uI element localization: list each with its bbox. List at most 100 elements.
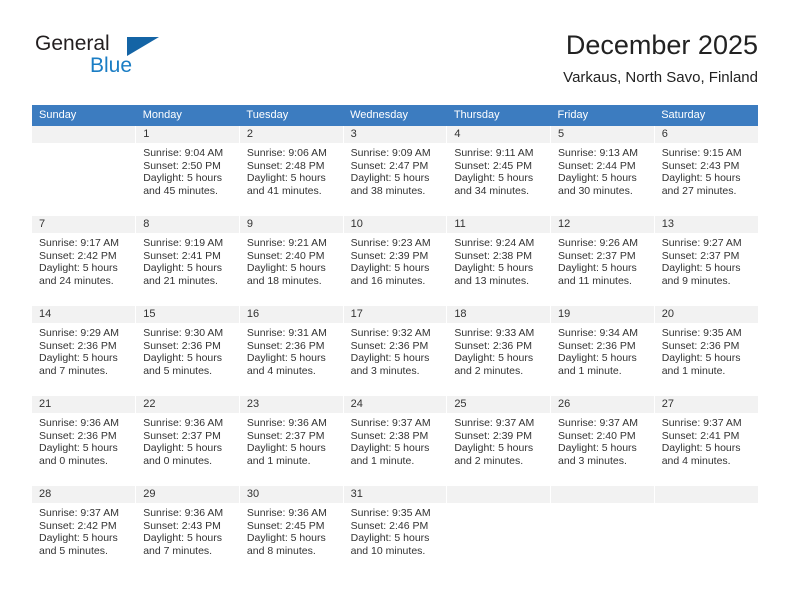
daylight-text: Daylight: 5 hours: [39, 442, 118, 455]
daylight-text-cont: and 7 minutes.: [39, 364, 108, 377]
daylight-text: Daylight: 5 hours: [246, 442, 326, 455]
day-cell-content: 8 Sunrise: 9:19 AM Sunset: 2:41 PM Daylight…: [136, 216, 239, 305]
daylight-text: Daylight: 5 hours: [454, 442, 534, 455]
day-cell-content: 16 Sunrise: 9:31 AM Sunset: 2:36 PM Dayligh…: [239, 306, 343, 395]
calendar-day-cell[interactable]: 28 Sunrise: 9:37 AM Sunset: 2:42 PM Dayligh…: [32, 485, 137, 576]
calendar-week-row: 28 Sunrise: 9:37 AM Sunset: 2:42 PM Dayligh…: [32, 485, 758, 576]
day-number: 29: [136, 486, 239, 503]
sunset-text: Sunset: 2:47 PM: [350, 159, 429, 172]
calendar-day-cell[interactable]: 29 Sunrise: 9:36 AM Sunset: 2:43 PM Dayligh…: [135, 485, 240, 576]
daylight-text: Daylight: 5 hours: [143, 352, 222, 365]
day-cell-content: 9 Sunrise: 9:21 AM Sunset: 2:40 PM Daylight…: [239, 216, 343, 305]
weekday-header-monday: Monday: [135, 105, 240, 126]
calendar-day-cell[interactable]: 19 Sunrise: 9:34 AM Sunset: 2:36 PM Dayligh…: [550, 305, 655, 396]
day-number: 26: [551, 396, 654, 413]
calendar-day-cell[interactable]: 16 Sunrise: 9:31 AM Sunset: 2:36 PM Dayligh…: [239, 305, 344, 396]
day-number: 25: [447, 396, 551, 413]
calendar-day-cell[interactable]: 25 Sunrise: 9:37 AM Sunset: 2:39 PM Dayligh…: [446, 395, 552, 486]
day-cell-content: 14 Sunrise: 9:29 AM Sunset: 2:36 PM Dayligh…: [32, 306, 136, 395]
daylight-text-cont: and 11 minutes.: [558, 274, 632, 287]
day-number: 15: [136, 306, 239, 323]
calendar-day-cell[interactable]: 7 Sunrise: 9:17 AM Sunset: 2:42 PM Daylight…: [32, 215, 137, 306]
day-cell-content: 15 Sunrise: 9:30 AM Sunset: 2:36 PM Dayligh…: [136, 306, 239, 395]
calendar-day-cell[interactable]: 18 Sunrise: 9:33 AM Sunset: 2:36 PM Dayligh…: [446, 305, 552, 396]
day-details: Sunrise: 9:32 AM Sunset: 2:36 PM Daylight:…: [344, 323, 447, 377]
day-cell-content: 17 Sunrise: 9:32 AM Sunset: 2:36 PM Dayligh…: [343, 306, 447, 395]
day-cell-content: 13 Sunrise: 9:27 AM Sunset: 2:37 PM Dayligh…: [654, 216, 758, 305]
calendar-day-cell[interactable]: 8 Sunrise: 9:19 AM Sunset: 2:41 PM Daylight…: [135, 215, 240, 306]
sunrise-text: Sunrise: 9:37 AM: [454, 417, 535, 429]
calendar-week-row: 14 Sunrise: 9:29 AM Sunset: 2:36 PM Dayligh…: [32, 305, 758, 396]
daylight-text-cont: and 8 minutes.: [246, 544, 316, 557]
daylight-text-cont: and 21 minutes.: [143, 274, 218, 287]
daylight-text: Daylight: 5 hours: [454, 262, 534, 275]
sunset-text: Sunset: 2:36 PM: [246, 339, 325, 352]
day-number: 27: [654, 396, 758, 413]
calendar-day-cell[interactable]: 30 Sunrise: 9:36 AM Sunset: 2:45 PM Dayligh…: [239, 485, 344, 576]
day-cell-content: 6 Sunrise: 9:15 AM Sunset: 2:43 PM Daylight…: [654, 126, 758, 215]
sunrise-text: Sunrise: 9:36 AM: [246, 417, 327, 429]
calendar-day-cell[interactable]: 5 Sunrise: 9:13 AM Sunset: 2:44 PM Daylight…: [550, 126, 655, 216]
day-number: [551, 486, 654, 503]
sunrise-text: Sunrise: 9:11 AM: [454, 147, 534, 159]
calendar-day-cell[interactable]: 2 Sunrise: 9:06 AM Sunset: 2:48 PM Daylight…: [239, 126, 344, 216]
calendar-day-cell[interactable]: 27 Sunrise: 9:37 AM Sunset: 2:41 PM Dayligh…: [654, 395, 758, 486]
weekday-header-saturday: Saturday: [654, 105, 758, 126]
calendar-day-cell[interactable]: 26 Sunrise: 9:37 AM Sunset: 2:40 PM Dayligh…: [550, 395, 655, 486]
daylight-text-cont: and 18 minutes.: [246, 274, 322, 287]
calendar-day-cell[interactable]: 15 Sunrise: 9:30 AM Sunset: 2:36 PM Dayligh…: [135, 305, 240, 396]
sunset-text: Sunset: 2:44 PM: [558, 159, 636, 172]
daylight-text: Daylight: 5 hours: [350, 352, 430, 365]
daylight-text: Daylight: 5 hours: [350, 172, 430, 185]
daylight-text-cont: and 27 minutes.: [661, 184, 737, 197]
page-subtitle: Varkaus, North Savo, Finland: [563, 69, 758, 86]
sunset-text: Sunset: 2:36 PM: [39, 429, 117, 442]
day-number: 30: [239, 486, 343, 503]
sunrise-text: Sunrise: 9:33 AM: [454, 327, 535, 339]
calendar-day-cell[interactable]: 31 Sunrise: 9:35 AM Sunset: 2:46 PM Dayligh…: [343, 485, 448, 576]
calendar-day-cell[interactable]: 24 Sunrise: 9:37 AM Sunset: 2:38 PM Dayligh…: [343, 395, 448, 486]
sunset-text: Sunset: 2:36 PM: [661, 339, 740, 352]
calendar-day-cell[interactable]: 22 Sunrise: 9:36 AM Sunset: 2:37 PM Dayligh…: [135, 395, 240, 486]
day-number: 6: [654, 126, 758, 143]
day-details: Sunrise: 9:27 AM Sunset: 2:37 PM Daylight:…: [655, 233, 758, 287]
day-number: 8: [136, 216, 239, 233]
day-cell-content: 2 Sunrise: 9:06 AM Sunset: 2:48 PM Daylight…: [239, 126, 343, 215]
day-cell-content: 4 Sunrise: 9:11 AM Sunset: 2:45 PM Daylight…: [447, 126, 551, 215]
calendar-day-cell[interactable]: 20 Sunrise: 9:35 AM Sunset: 2:36 PM Dayligh…: [654, 305, 758, 396]
generalblue-logo[interactable]: General Blue: [32, 32, 212, 88]
daylight-text: Daylight: 5 hours: [350, 442, 430, 455]
day-details: Sunrise: 9:17 AM Sunset: 2:42 PM Daylight:…: [32, 233, 135, 287]
sunset-text: Sunset: 2:36 PM: [143, 339, 221, 352]
day-cell-content: [447, 486, 551, 575]
day-number: 19: [551, 306, 654, 323]
daylight-text-cont: and 5 minutes.: [143, 364, 213, 377]
calendar-day-cell[interactable]: 1 Sunrise: 9:04 AM Sunset: 2:50 PM Daylight…: [135, 126, 240, 216]
calendar-day-cell[interactable]: 14 Sunrise: 9:29 AM Sunset: 2:36 PM Dayligh…: [32, 305, 137, 396]
logo-text-blue: Blue: [90, 54, 133, 77]
daylight-text: Daylight: 5 hours: [661, 172, 741, 185]
calendar-day-cell[interactable]: 12 Sunrise: 9:26 AM Sunset: 2:37 PM Dayligh…: [550, 215, 655, 306]
daylight-text-cont: and 41 minutes.: [246, 184, 322, 197]
daylight-text: Daylight: 5 hours: [558, 442, 637, 455]
day-number: 24: [343, 396, 447, 413]
daylight-text: Daylight: 5 hours: [246, 352, 326, 365]
calendar-day-cell[interactable]: 9 Sunrise: 9:21 AM Sunset: 2:40 PM Daylight…: [239, 215, 344, 306]
daylight-text-cont: and 45 minutes.: [143, 184, 218, 197]
calendar-day-cell[interactable]: 6 Sunrise: 9:15 AM Sunset: 2:43 PM Daylight…: [654, 126, 758, 216]
calendar-day-cell[interactable]: 23 Sunrise: 9:36 AM Sunset: 2:37 PM Dayligh…: [239, 395, 344, 486]
calendar-day-cell[interactable]: 10 Sunrise: 9:23 AM Sunset: 2:39 PM Dayligh…: [343, 215, 448, 306]
calendar-table: Sunday Monday Tuesday Wednesday Thursday…: [32, 105, 758, 576]
calendar-day-cell[interactable]: 13 Sunrise: 9:27 AM Sunset: 2:37 PM Dayligh…: [654, 215, 758, 306]
weekday-header-friday: Friday: [550, 105, 655, 126]
day-details: Sunrise: 9:36 AM Sunset: 2:37 PM Daylight:…: [136, 413, 239, 467]
calendar-day-cell[interactable]: 11 Sunrise: 9:24 AM Sunset: 2:38 PM Dayligh…: [446, 215, 552, 306]
calendar-day-cell[interactable]: 21 Sunrise: 9:36 AM Sunset: 2:36 PM Dayligh…: [32, 395, 137, 486]
calendar-day-cell[interactable]: 17 Sunrise: 9:32 AM Sunset: 2:36 PM Dayligh…: [343, 305, 448, 396]
calendar-day-cell[interactable]: 3 Sunrise: 9:09 AM Sunset: 2:47 PM Daylight…: [343, 126, 448, 216]
day-details: Sunrise: 9:35 AM Sunset: 2:46 PM Daylight:…: [344, 503, 447, 557]
day-cell-content: 27 Sunrise: 9:37 AM Sunset: 2:41 PM Dayligh…: [654, 396, 758, 485]
calendar-day-cell[interactable]: 4 Sunrise: 9:11 AM Sunset: 2:45 PM Daylight…: [446, 126, 552, 216]
day-number: 5: [551, 126, 654, 143]
sunset-text: Sunset: 2:40 PM: [246, 249, 325, 262]
